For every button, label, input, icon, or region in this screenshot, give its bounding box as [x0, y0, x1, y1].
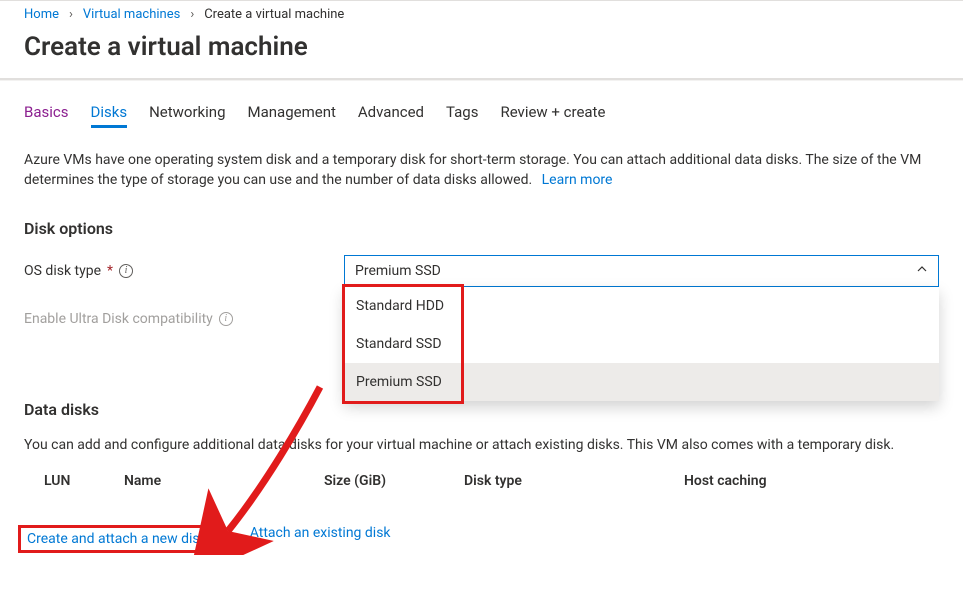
enable-ultra-disk-label: Enable Ultra Disk compatibility i: [24, 311, 344, 327]
os-disk-type-select[interactable]: Premium SSD: [344, 255, 939, 287]
breadcrumb-home[interactable]: Home: [24, 7, 59, 22]
annotation-highlight-box: Create and attach a new disk: [18, 525, 216, 553]
column-disk-type: Disk type: [464, 473, 684, 489]
data-disks-table-header: LUN Name Size (GiB) Disk type Host cachi…: [24, 473, 939, 489]
tab-disks[interactable]: Disks: [91, 103, 128, 128]
data-disks-helper-text: You can add and configure additional dat…: [24, 435, 939, 455]
tab-review-create[interactable]: Review + create: [500, 103, 605, 128]
column-size: Size (GiB): [324, 473, 464, 489]
column-lun: LUN: [24, 473, 124, 489]
disk-type-option-standard-hdd[interactable]: Standard HDD: [344, 287, 939, 325]
tab-tags[interactable]: Tags: [446, 103, 478, 128]
chevron-up-icon: [916, 263, 928, 279]
required-asterisk: *: [107, 263, 113, 279]
info-icon[interactable]: i: [119, 264, 133, 278]
disk-type-option-standard-ssd[interactable]: Standard SSD: [344, 325, 939, 363]
breadcrumb: Home › Virtual machines › Create a virtu…: [0, 1, 963, 26]
column-host-caching: Host caching: [684, 473, 939, 489]
os-disk-type-dropdown: Standard HDD Standard SSD Premium SSD: [344, 287, 939, 401]
tab-strip: Basics Disks Networking Management Advan…: [24, 103, 939, 128]
column-name: Name: [124, 473, 324, 489]
data-disks-heading: Data disks: [24, 400, 939, 419]
os-disk-type-label: OS disk type * i: [24, 263, 344, 279]
tab-basics[interactable]: Basics: [24, 103, 69, 128]
disk-type-option-premium-ssd[interactable]: Premium SSD: [344, 363, 939, 401]
breadcrumb-current: Create a virtual machine: [204, 7, 344, 22]
learn-more-link[interactable]: Learn more: [542, 172, 613, 188]
info-icon[interactable]: i: [219, 312, 233, 326]
os-disk-type-value: Premium SSD: [355, 263, 441, 279]
tab-advanced[interactable]: Advanced: [358, 103, 424, 128]
chevron-right-icon: ›: [190, 7, 194, 22]
disk-options-heading: Disk options: [24, 219, 939, 238]
chevron-right-icon: ›: [69, 7, 73, 22]
breadcrumb-virtual-machines[interactable]: Virtual machines: [83, 7, 180, 22]
create-attach-new-disk-link[interactable]: Create and attach a new disk: [27, 531, 207, 547]
tab-networking[interactable]: Networking: [149, 103, 225, 128]
tab-management[interactable]: Management: [248, 103, 336, 128]
disks-helper-text: Azure VMs have one operating system disk…: [24, 150, 939, 191]
disk-actions-row: Create and attach a new disk Attach an e…: [24, 525, 939, 553]
attach-existing-disk-link[interactable]: Attach an existing disk: [250, 525, 391, 553]
page-title: Create a virtual machine: [0, 26, 963, 78]
